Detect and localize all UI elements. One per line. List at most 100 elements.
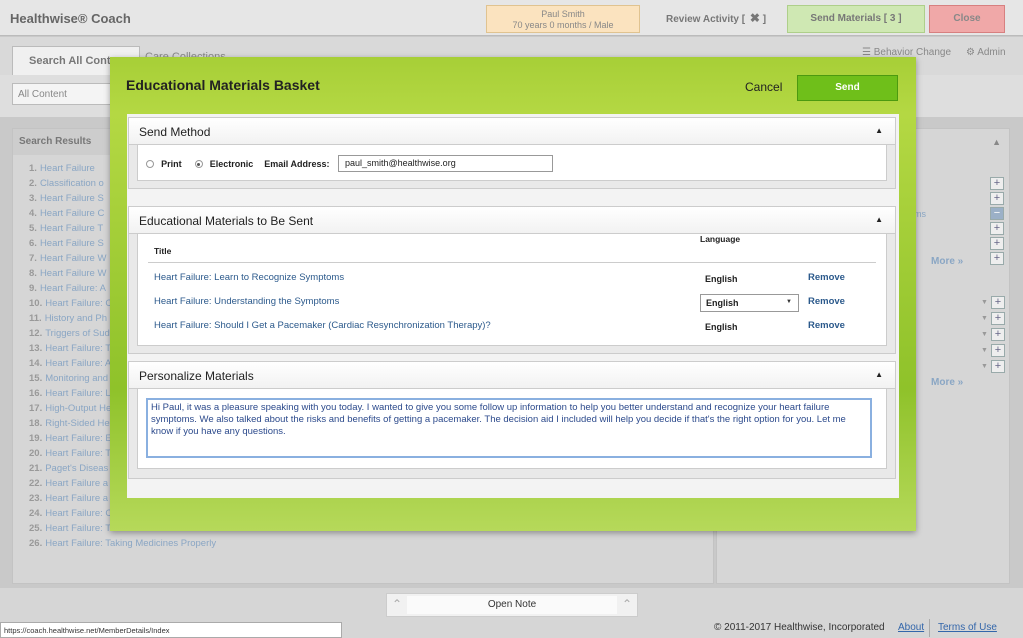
minus-icon[interactable]: − [990, 207, 1004, 220]
review-activity-bracket: ] [762, 14, 767, 25]
result-title-link[interactable]: Heart Failure [40, 163, 95, 174]
electronic-radio[interactable] [194, 160, 203, 169]
electronic-label: Electronic [209, 159, 254, 170]
result-title-link[interactable]: Heart Failure: L [45, 388, 110, 399]
result-title-link[interactable]: Heart Failure W [40, 253, 107, 264]
plus-icon[interactable]: + [990, 296, 1005, 309]
chevron-up-icon[interactable]: ⌃ [622, 597, 632, 611]
result-title-link[interactable]: Heart Failure: A [40, 283, 106, 294]
plus-icon[interactable]: + [990, 360, 1005, 373]
result-title-link[interactable]: Heart Failure C [40, 208, 104, 219]
divider [929, 619, 930, 637]
personalize-content: Hi Paul, it was a pleasure speaking with… [137, 389, 887, 469]
chevron-up-icon[interactable]: ▲ [875, 370, 883, 379]
more-link[interactable]: More » [931, 377, 963, 388]
remove-button[interactable]: Remove [808, 320, 845, 331]
result-title-link[interactable]: Heart Failure S [40, 238, 104, 249]
chevron-down-icon[interactable]: ▼ [981, 331, 988, 338]
list-item[interactable]: 26. Heart Failure: Taking Medicines Prope… [29, 536, 713, 551]
material-title-link[interactable]: Heart Failure: Learn to Recognize Sympto… [154, 272, 344, 283]
remove-button[interactable]: Remove [808, 272, 845, 283]
plus-icon[interactable]: + [990, 192, 1004, 205]
result-title-link[interactable]: Paget's Diseas [45, 463, 108, 474]
materials-header[interactable]: Educational Materials to Be Sent ▲ [129, 207, 895, 234]
result-title-link[interactable]: Monitoring and [45, 373, 108, 384]
result-title-link[interactable]: Heart Failure: Taking Medicines Properly [45, 538, 216, 549]
review-activity-button[interactable]: Review Activity [ ✖ ] [666, 11, 766, 25]
personalize-header[interactable]: Personalize Materials ▲ [129, 362, 895, 389]
result-number: 17. [29, 403, 43, 414]
result-number: 24. [29, 508, 43, 519]
result-number: 26. [29, 538, 43, 549]
plus-icon[interactable]: + [990, 177, 1004, 190]
about-link[interactable]: About [898, 622, 924, 633]
result-number: 20. [29, 448, 43, 459]
remove-button[interactable]: Remove [808, 296, 845, 307]
plus-icon[interactable]: + [990, 237, 1004, 250]
result-title-link[interactable]: Heart Failure a [45, 478, 108, 489]
result-number: 22. [29, 478, 43, 489]
result-title-link[interactable]: Heart Failure: T [45, 523, 111, 534]
print-radio[interactable] [146, 160, 154, 169]
plus-icon[interactable]: + [990, 312, 1005, 325]
result-title-link[interactable]: Heart Failure: C [45, 298, 112, 309]
send-method-header[interactable]: Send Method ▲ [129, 118, 895, 145]
language-value: English [705, 274, 738, 284]
result-title-link[interactable]: Heart Failure S [40, 193, 104, 204]
chevron-up-icon[interactable]: ⌃ [392, 597, 402, 611]
result-title-link[interactable]: High-Output He [45, 403, 111, 414]
result-number: 18. [29, 418, 43, 429]
chevron-up-icon[interactable]: ▲ [875, 126, 883, 135]
personal-message-textarea[interactable]: Hi Paul, it was a pleasure speaking with… [146, 398, 872, 458]
chevron-down-icon[interactable]: ▼ [981, 315, 988, 322]
email-field[interactable]: paul_smith@healthwise.org [338, 155, 553, 172]
cancel-button[interactable]: Cancel [745, 80, 782, 94]
chevron-up-icon[interactable]: ▲ [992, 137, 1001, 147]
language-select[interactable]: English ▼ [700, 294, 799, 312]
result-title-link[interactable]: Heart Failure: A [45, 358, 111, 369]
result-title-link[interactable]: Heart Failure: T [45, 448, 111, 459]
footer: ⌃ Open Note ⌃ https://coach.healthwise.n… [0, 588, 1023, 638]
result-title-link[interactable]: Heart Failure: E [45, 433, 112, 444]
result-title-link[interactable]: Heart Failure: C [45, 508, 112, 519]
plus-icon[interactable]: + [990, 252, 1004, 265]
result-title-link[interactable]: Heart Failure T [40, 223, 103, 234]
chevron-down-icon[interactable]: ▼ [981, 347, 988, 354]
print-label: Print [161, 159, 182, 170]
chevron-down-icon[interactable]: ▼ [981, 299, 988, 306]
plus-icon[interactable]: + [990, 344, 1005, 357]
result-title-link[interactable]: Classification o [40, 178, 104, 189]
result-number: 3. [29, 193, 37, 204]
list-item: ▼ + [981, 295, 1005, 310]
plus-icon[interactable]: + [990, 222, 1004, 235]
send-materials-button[interactable]: Send Materials [ 3 ] [787, 5, 925, 33]
result-number: 2. [29, 178, 37, 189]
send-button[interactable]: Send [797, 75, 898, 101]
result-title-link[interactable]: Heart Failure W [40, 268, 107, 279]
copyright: © 2011-2017 Healthwise, Incorporated [714, 622, 885, 633]
more-link[interactable]: More » [931, 256, 963, 267]
open-note-button[interactable]: Open Note [407, 596, 617, 614]
material-title-link[interactable]: Heart Failure: Understanding the Symptom… [154, 296, 339, 307]
result-number: 8. [29, 268, 37, 279]
email-label: Email Address: [264, 159, 330, 170]
result-title-link[interactable]: History and Ph [45, 313, 107, 324]
result-number: 6. [29, 238, 37, 249]
material-title-link[interactable]: Heart Failure: Should I Get a Pacemaker … [154, 320, 491, 331]
plus-icon[interactable]: + [990, 328, 1005, 341]
patient-info-button[interactable]: Paul Smith 70 years 0 months / Male [486, 5, 640, 33]
result-title-link[interactable]: Triggers of Sud [45, 328, 110, 339]
column-header-language: Language [700, 234, 741, 244]
chevron-up-icon[interactable]: ▲ [875, 215, 883, 224]
result-number: 23. [29, 493, 43, 504]
chevron-down-icon[interactable]: ▼ [981, 363, 988, 370]
result-title-link[interactable]: Heart Failure: T [45, 343, 111, 354]
section-title: Send Method [139, 125, 211, 139]
result-number: 21. [29, 463, 43, 474]
terms-link[interactable]: Terms of Use [938, 622, 997, 633]
admin-link[interactable]: ⚙ Admin [966, 47, 1006, 58]
close-button[interactable]: Close [929, 5, 1005, 33]
result-title-link[interactable]: Heart Failure a [45, 493, 108, 504]
result-title-link[interactable]: Right-Sided He [45, 418, 109, 429]
content-filter-select[interactable]: All Content [12, 83, 112, 105]
